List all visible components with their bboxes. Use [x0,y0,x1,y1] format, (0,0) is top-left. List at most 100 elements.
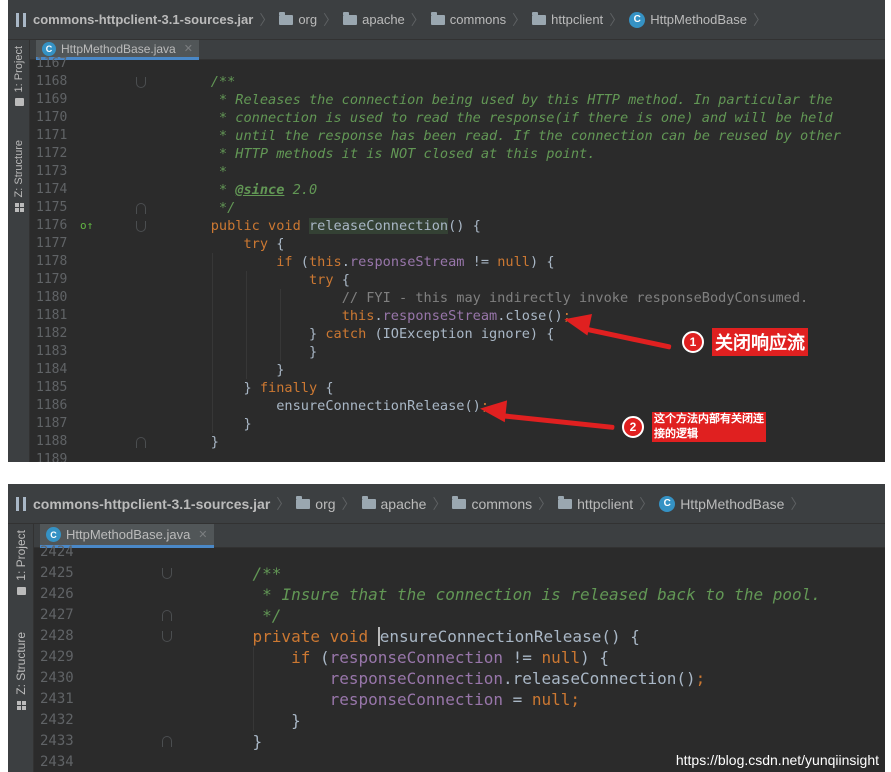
breadcrumb-label: HttpMethodBase [650,12,748,27]
code-editor[interactable]: 2424 2425 /** 2426 * Insure that the conne… [34,544,885,772]
code-text: // FYI - this may indirectly invoke resp… [341,290,809,306]
code-line[interactable]: 1189 [30,451,885,462]
sidebar-tab-label: Z: Structure [13,140,25,198]
fold-icon[interactable] [162,610,172,621]
code-line[interactable]: 2427 */ [34,605,885,626]
breadcrumb-jar[interactable]: commons-httpclient-3.1-sources.jar [16,12,253,27]
code-line[interactable]: 1175 */ [30,199,885,217]
close-icon[interactable]: ✕ [198,528,207,541]
code-text: public void releaseConnection() { [210,218,481,234]
fold-icon[interactable] [136,203,146,214]
breadcrumb-httpclient[interactable]: httpclient [532,11,603,27]
code-line[interactable]: 1184 } [30,361,885,379]
sidebar-tab-project[interactable]: 1: Project [8,46,30,107]
code-line[interactable]: 2433 } [34,731,885,752]
override-marker-icon[interactable]: o↑ [80,217,93,235]
line-number: 1168 [36,74,68,89]
sidebar-tab-project[interactable]: 1: Project [8,530,34,595]
code-line[interactable]: 1180 // FYI - this may indirectly invoke… [30,289,885,307]
sidebar-tab-structure[interactable]: Z: Structure [8,632,34,710]
fold-icon[interactable] [136,437,146,448]
chevron-right-icon: 〉 [410,11,425,28]
code-line[interactable]: 2424 [34,542,885,563]
folder-icon [343,11,358,25]
jar-icon [16,496,26,511]
code-line[interactable]: 1174 * @since 2.0 [30,181,885,199]
code-line[interactable]: 1177 try { [30,235,885,253]
breadcrumb-org[interactable]: org [279,11,317,27]
code-text: if (responseConnection != null) { [291,648,609,667]
fold-icon[interactable] [162,568,172,579]
breadcrumb-commons[interactable]: commons [452,495,533,512]
code-line[interactable]: 2428 private void ensureConnectionReleas… [34,626,885,647]
line-number: 2432 [40,712,74,728]
code-line[interactable]: 1168 /** [30,73,885,91]
code-line[interactable]: 1169 * Releases the connection being use… [30,91,885,109]
breadcrumb-label: commons [471,495,533,512]
line-number: 1184 [36,362,68,377]
line-number: 2429 [40,649,74,665]
breadcrumb-apache[interactable]: apache [343,11,405,27]
close-icon[interactable]: ✕ [184,42,193,55]
line-number: 1172 [36,146,68,161]
fold-icon[interactable] [162,736,172,747]
folder-icon [452,495,467,509]
line-number: 1180 [36,290,68,305]
code-line[interactable]: 2430 responseConnection.releaseConnectio… [34,668,885,689]
code-text: responseConnection = null; [329,690,581,709]
structure-icon [14,203,24,213]
annotation-text: 关闭响应流 [712,328,808,356]
annotation-2: 2 这个方法内部有关闭连 接的逻辑 [622,412,766,442]
code-line[interactable]: 1179 try { [30,271,885,289]
structure-icon [16,700,26,710]
line-number: 1188 [36,434,68,449]
line-number: 1186 [36,398,68,413]
code-line[interactable]: 2432 } [34,710,885,731]
code-text: } finally { [178,380,334,396]
code-line[interactable]: 1185 } finally { [30,379,885,397]
breadcrumb-label: httpclient [577,495,634,512]
code-text: * until the response has been read. If t… [218,128,841,144]
fold-icon[interactable] [162,631,172,642]
code-line[interactable]: 1176 o↑ public void releaseConnection() { [30,217,885,235]
code-editor[interactable]: 1167 1168 /** 1169 * Releases the connecti… [30,56,885,462]
breadcrumb-class[interactable]: C HttpMethodBase [659,495,784,512]
breadcrumb-apache[interactable]: apache [361,495,426,512]
code-line[interactable]: 1171 * until the response has been read.… [30,127,885,145]
breadcrumb-org[interactable]: org [296,495,336,512]
breadcrumb-label: apache [362,12,405,27]
sidebar-tab-structure[interactable]: Z: Structure [8,140,30,213]
breadcrumb-class[interactable]: C HttpMethodBase [629,11,748,28]
line-number: 1175 [36,200,68,215]
line-number: 1170 [36,110,68,125]
code-text: } [178,416,252,432]
fold-icon[interactable] [136,77,146,88]
breadcrumb-jar[interactable]: commons-httpclient-3.1-sources.jar [16,496,270,512]
code-line[interactable]: 1173 * [30,163,885,181]
chevron-right-icon: 〉 [538,495,553,512]
folder-icon [532,11,547,25]
code-line[interactable]: 2426 * Insure that the connection is rel… [34,584,885,605]
breadcrumb-label: org [315,495,336,512]
code-line[interactable]: 1170 * connection is used to read the re… [30,109,885,127]
code-line[interactable]: 1181 this.responseStream.close(); [30,307,885,325]
breadcrumb-label: commons-httpclient-3.1-sources.jar [33,495,271,512]
code-line[interactable]: 2431 responseConnection = null; [34,689,885,710]
line-number: 1179 [36,272,68,287]
breadcrumb-httpclient[interactable]: httpclient [558,495,634,512]
line-number: 1174 [36,182,68,197]
tab-label: HttpMethodBase.java [66,527,191,542]
code-line[interactable]: 2429 if (responseConnection != null) { [34,647,885,668]
code-line[interactable]: 1172 * HTTP methods it is NOT closed at … [30,145,885,163]
code-text: * Releases the connection being used by … [218,92,833,108]
code-line[interactable]: 2425 /** [34,563,885,584]
line-number: 2433 [40,733,74,749]
code-text: try { [243,236,285,252]
fold-icon[interactable] [136,221,146,232]
breadcrumb-label: commons [449,12,507,27]
line-number: 1171 [36,128,68,143]
code-line[interactable]: 1178 if (this.responseStream != null) { [30,253,885,271]
code-line[interactable]: 1167 [30,55,885,73]
breadcrumb-commons[interactable]: commons [430,11,507,27]
folder-icon [14,98,24,107]
